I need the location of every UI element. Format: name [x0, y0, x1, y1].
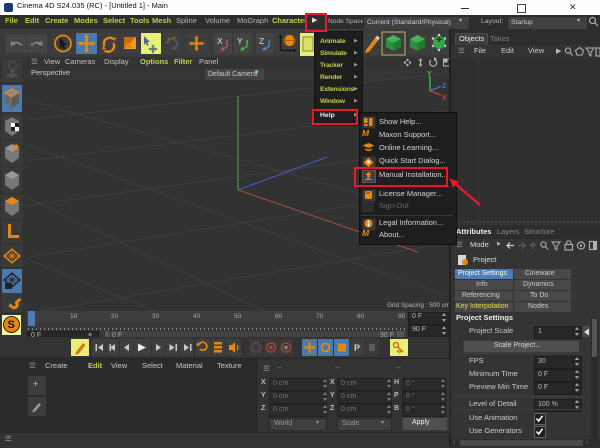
svg-text:X: X — [442, 95, 447, 102]
svg-text:Y: Y — [427, 71, 432, 78]
svg-text:P: P — [354, 343, 360, 353]
svg-text:Z: Z — [442, 83, 447, 90]
svg-text:Z: Z — [259, 36, 264, 46]
svg-text:Y: Y — [237, 36, 243, 46]
svg-text:X: X — [217, 36, 223, 46]
